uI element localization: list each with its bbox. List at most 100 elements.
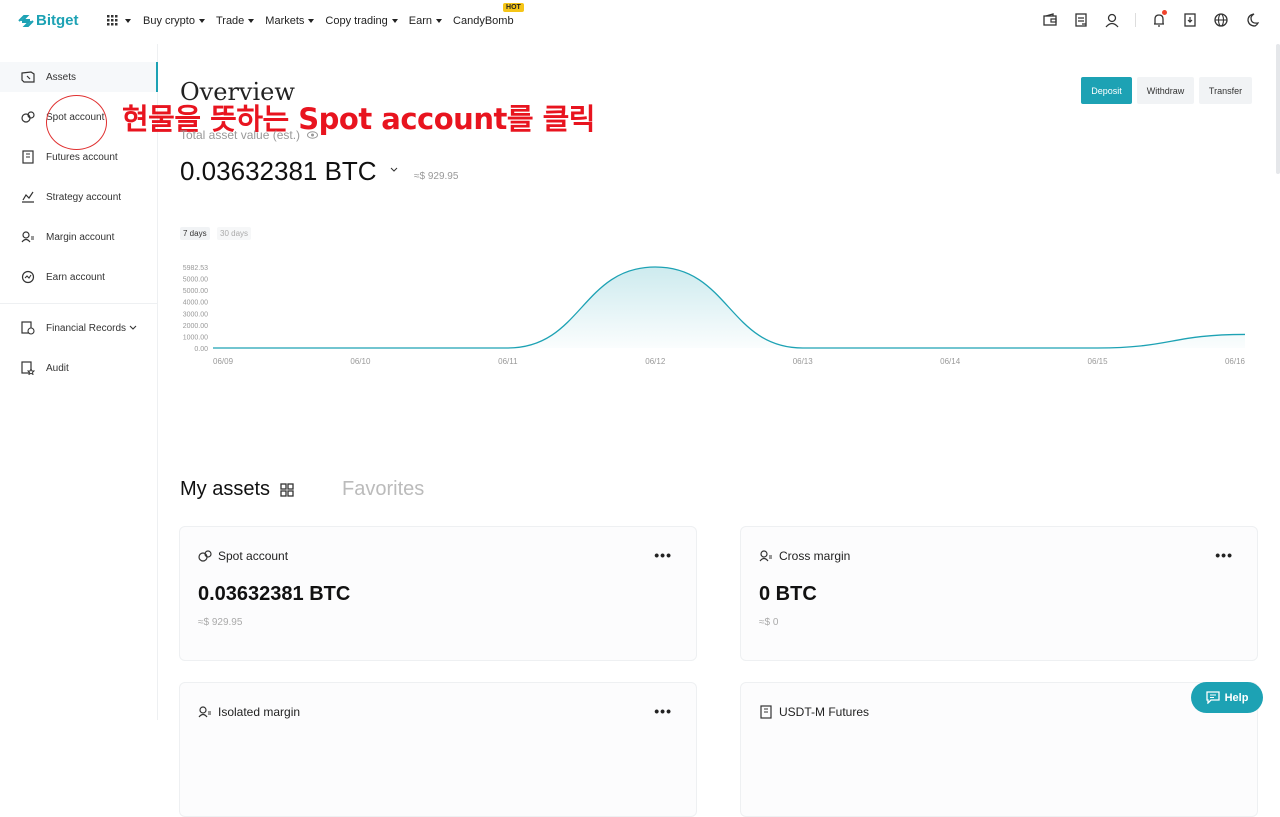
- sidebar-item-label: Financial Records: [46, 322, 127, 334]
- hot-badge: HOT: [503, 3, 524, 12]
- chevron-down-icon[interactable]: [390, 166, 398, 174]
- card-usd-value: ≈$ 0: [759, 617, 779, 628]
- orders-icon[interactable]: [1073, 12, 1089, 28]
- sidebar-item-margin-account[interactable]: Margin account: [0, 222, 157, 252]
- download-icon[interactable]: [1182, 12, 1198, 28]
- total-balance: 0.03632381 BTC: [180, 156, 377, 186]
- nav-candybomb[interactable]: CandyBomb HOT: [453, 3, 524, 27]
- x-tick-label: 06/15: [1088, 357, 1109, 366]
- sidebar-item-financial-records[interactable]: Financial Records: [0, 313, 157, 343]
- help-button[interactable]: Help: [1191, 682, 1263, 713]
- tab-favorites[interactable]: Favorites: [342, 478, 424, 501]
- chevron-down-icon: [391, 19, 398, 23]
- sidebar-item-label: Strategy account: [46, 191, 122, 203]
- card-title-text: Isolated margin: [218, 705, 301, 719]
- page-title: Overview: [180, 78, 295, 106]
- sidebar-item-label: Audit: [46, 362, 69, 374]
- more-options-icon[interactable]: •••: [654, 547, 672, 563]
- bitget-logo[interactable]: Bitget: [18, 12, 79, 29]
- asset-card-cross-margin[interactable]: Cross margin ••• 0 BTC ≈$ 0: [740, 526, 1258, 661]
- asset-card-spot[interactable]: Spot account ••• 0.03632381 BTC ≈$ 929.9…: [179, 526, 697, 661]
- x-tick-label: 06/09: [213, 357, 234, 366]
- card-title-text: USDT-M Futures: [779, 705, 870, 719]
- nav-label: Trade: [215, 15, 245, 27]
- chevron-down-icon: [436, 19, 443, 23]
- nav-buy-crypto[interactable]: Buy crypto: [143, 15, 205, 27]
- total-asset-label: Total asset value (est.): [180, 128, 319, 142]
- y-tick-label: 3000.00: [183, 311, 208, 318]
- withdraw-button[interactable]: Withdraw: [1137, 77, 1194, 104]
- nav-trade[interactable]: Trade: [215, 15, 255, 27]
- card-title-text: Cross margin: [779, 549, 851, 563]
- y-tick-label: 5000.00: [183, 277, 208, 284]
- header-actions: [1042, 10, 1260, 28]
- sidebar-item-label: Assets: [46, 71, 77, 83]
- bell-icon[interactable]: [1151, 10, 1167, 28]
- y-tick-label: 4000.00: [183, 300, 208, 307]
- more-options-icon[interactable]: •••: [1215, 547, 1233, 563]
- nav-label: Buy crypto: [143, 15, 195, 27]
- margin-icon: [759, 550, 772, 562]
- x-tick-label: 06/12: [645, 357, 666, 366]
- deposit-button[interactable]: Deposit: [1081, 77, 1132, 104]
- apps-grid-icon[interactable]: [107, 15, 131, 26]
- assets-icon: [20, 69, 36, 85]
- x-tick-label: 06/13: [793, 357, 814, 366]
- nav-markets[interactable]: Markets: [265, 15, 315, 27]
- x-tick-label: 06/16: [1225, 357, 1246, 366]
- moon-icon[interactable]: [1244, 12, 1260, 28]
- y-tick-label: 5982.53: [183, 265, 208, 272]
- sidebar-item-assets[interactable]: Assets: [0, 62, 158, 92]
- range-7-days-tab[interactable]: 7 days: [180, 227, 210, 240]
- sidebar-item-earn-account[interactable]: Earn account: [0, 262, 157, 292]
- spot-icon: [20, 109, 36, 125]
- sidebar-divider: [0, 303, 157, 304]
- chevron-down-icon: [198, 19, 205, 23]
- header-separator: [1135, 13, 1136, 27]
- nav-label: Markets: [265, 15, 305, 27]
- tab-my-assets[interactable]: My assets: [180, 478, 295, 501]
- card-title: Spot account: [198, 549, 288, 563]
- nav-earn[interactable]: Earn: [409, 15, 443, 27]
- chevron-down-icon: [308, 19, 315, 23]
- sidebar-item-audit[interactable]: Audit: [0, 353, 157, 383]
- chevron-down-icon: [129, 325, 137, 330]
- asset-card-isolated-margin[interactable]: Isolated margin •••: [179, 682, 697, 817]
- sidebar-item-label: Earn account: [46, 271, 105, 283]
- card-title: USDT-M Futures: [759, 705, 869, 719]
- wallet-icon[interactable]: [1042, 12, 1058, 28]
- card-value: 0.03632381 BTC: [198, 583, 351, 605]
- x-tick-label: 06/14: [940, 357, 961, 366]
- range-30-days-tab[interactable]: 30 days: [217, 227, 252, 240]
- chevron-down-icon: [125, 18, 131, 23]
- margin-icon: [198, 706, 211, 718]
- top-navigation-bar: Bitget Buy crypto Trade Markets Copy tra…: [0, 0, 1280, 44]
- card-title: Cross margin: [759, 549, 850, 563]
- globe-icon[interactable]: [1213, 12, 1229, 28]
- notification-dot: [1162, 10, 1167, 15]
- page-scrollbar[interactable]: [1276, 44, 1280, 174]
- records-icon: [20, 320, 36, 336]
- strategy-icon: [20, 189, 36, 205]
- card-value: 0 BTC: [759, 583, 817, 605]
- futures-icon: [20, 149, 36, 165]
- help-label: Help: [1224, 691, 1249, 704]
- asset-card-usdt-futures[interactable]: USDT-M Futures: [740, 682, 1258, 817]
- y-tick-label: 0.00: [194, 346, 208, 353]
- x-tick-label: 06/11: [498, 357, 518, 366]
- sidebar-item-label: Futures account: [46, 151, 118, 163]
- chevron-down-icon: [248, 19, 255, 23]
- card-title-text: Spot account: [218, 549, 289, 563]
- grid-view-icon[interactable]: [279, 482, 295, 498]
- more-options-icon[interactable]: •••: [654, 703, 672, 719]
- bitget-logo-icon: [18, 14, 34, 27]
- x-tick-label: 06/10: [350, 357, 371, 366]
- sidebar-item-strategy-account[interactable]: Strategy account: [0, 182, 157, 212]
- transfer-button[interactable]: Transfer: [1199, 77, 1252, 104]
- earn-icon: [20, 269, 36, 285]
- nav-copy-trading[interactable]: Copy trading: [325, 15, 398, 27]
- total-asset-label-text: Total asset value (est.): [180, 128, 301, 142]
- user-icon[interactable]: [1104, 12, 1120, 28]
- main-nav: Buy crypto Trade Markets Copy trading Ea…: [143, 3, 525, 27]
- eye-icon[interactable]: [307, 131, 319, 139]
